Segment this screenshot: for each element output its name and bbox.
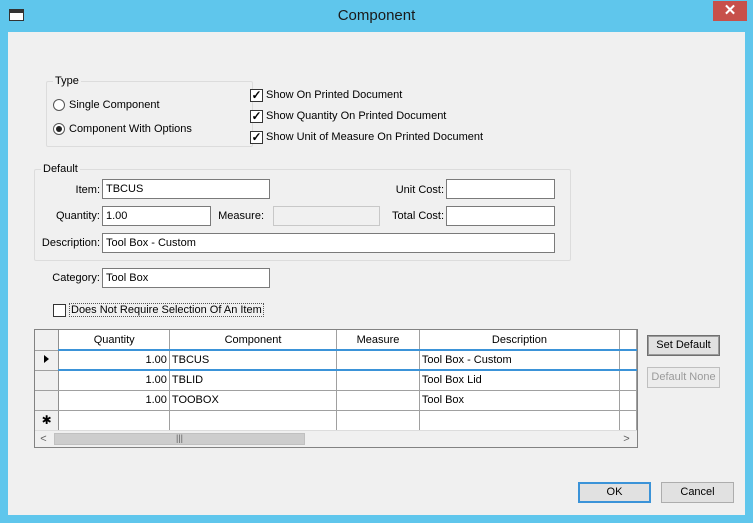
- checkbox[interactable]: ✓: [250, 88, 263, 102]
- cell-component[interactable]: TBCUS: [169, 349, 338, 371]
- checkbox-show-on-printed[interactable]: ✓ Show On Printed Document: [250, 87, 402, 103]
- cell-description[interactable]: [419, 410, 621, 431]
- checkbox-show-quantity-label: Show Quantity On Printed Document: [266, 110, 447, 122]
- column-header-quantity[interactable]: Quantity: [58, 330, 170, 351]
- column-header-measure[interactable]: Measure: [336, 330, 420, 351]
- cell-measure[interactable]: [336, 349, 420, 371]
- horizontal-scrollbar[interactable]: < ||| >: [35, 430, 637, 447]
- cell-description[interactable]: Tool Box - Custom: [419, 349, 621, 371]
- checkbox-show-unit-of-measure-label: Show Unit of Measure On Printed Document: [266, 131, 484, 143]
- cell-measure[interactable]: [336, 390, 420, 411]
- title-bar[interactable]: Component ✕: [0, 0, 753, 32]
- radio-button[interactable]: [53, 123, 65, 135]
- cancel-button[interactable]: Cancel: [661, 482, 734, 503]
- close-button[interactable]: ✕: [713, 1, 747, 21]
- default-none-button[interactable]: Default None: [647, 367, 720, 388]
- description-label: Description:: [41, 237, 100, 249]
- column-header-filler: [619, 330, 637, 351]
- cell-quantity[interactable]: 1.00: [58, 390, 170, 411]
- ok-button[interactable]: OK: [578, 482, 651, 503]
- table-row[interactable]: 1.00 TBCUS Tool Box - Custom: [35, 349, 637, 371]
- description-input[interactable]: Tool Box - Custom: [102, 233, 555, 253]
- current-row-arrow-icon: [44, 355, 50, 363]
- type-group: [46, 81, 253, 147]
- new-row-icon: ✱: [41, 413, 52, 427]
- total-cost-input[interactable]: [446, 206, 555, 226]
- component-dialog: Component ✕ Type Single Component Compon…: [0, 0, 753, 523]
- cell-measure[interactable]: [336, 370, 420, 391]
- scroll-right-icon[interactable]: >: [618, 431, 635, 447]
- column-header-component[interactable]: Component: [169, 330, 338, 351]
- category-input[interactable]: Tool Box: [102, 268, 270, 288]
- cell-measure[interactable]: [336, 410, 420, 431]
- column-header-description[interactable]: Description: [419, 330, 621, 351]
- measure-label: Measure:: [218, 210, 264, 222]
- item-input[interactable]: TBCUS: [102, 179, 270, 199]
- unit-cost-input[interactable]: [446, 179, 555, 199]
- checkbox-show-quantity[interactable]: ✓ Show Quantity On Printed Document: [250, 108, 446, 124]
- table-row[interactable]: 1.00 TBLID Tool Box Lid: [35, 370, 637, 391]
- scrollbar-thumb[interactable]: |||: [54, 433, 305, 445]
- radio-component-with-options-label: Component With Options: [69, 123, 192, 135]
- table-row[interactable]: 1.00 TOOBOX Tool Box: [35, 390, 637, 411]
- cell-filler: [619, 410, 637, 431]
- checkbox[interactable]: ✓: [250, 130, 263, 144]
- default-group-legend: Default: [41, 163, 80, 175]
- cell-filler: [619, 390, 637, 411]
- radio-button[interactable]: [53, 99, 65, 111]
- cell-quantity[interactable]: [58, 410, 170, 431]
- checkbox-no-selection-required-label: Does Not Require Selection Of An Item: [69, 303, 264, 317]
- checkbox-show-unit-of-measure[interactable]: ✓ Show Unit of Measure On Printed Docume…: [250, 129, 483, 145]
- checkbox[interactable]: ✓: [250, 109, 263, 123]
- radio-single-component-label: Single Component: [69, 99, 160, 111]
- measure-input[interactable]: [273, 206, 380, 226]
- item-label: Item:: [75, 184, 100, 196]
- quantity-input[interactable]: 1.00: [102, 206, 211, 226]
- cell-component[interactable]: [169, 410, 338, 431]
- checkbox[interactable]: [53, 303, 66, 317]
- dialog-body: Type Single Component Component With Opt…: [8, 32, 745, 515]
- row-header[interactable]: [35, 390, 60, 411]
- checkbox-show-on-printed-label: Show On Printed Document: [266, 89, 403, 101]
- row-header-current[interactable]: [35, 350, 60, 371]
- window-title: Component: [337, 7, 416, 24]
- checkbox-no-selection-required[interactable]: Does Not Require Selection Of An Item: [53, 302, 264, 318]
- scroll-left-icon[interactable]: <: [35, 431, 52, 447]
- cell-description[interactable]: Tool Box Lid: [419, 370, 621, 391]
- components-grid: Quantity Component Measure Description 1…: [34, 329, 638, 448]
- new-row-header[interactable]: ✱: [35, 410, 60, 431]
- total-cost-label: Total Cost:: [392, 210, 444, 222]
- cell-component[interactable]: TOOBOX: [169, 390, 338, 411]
- cell-component[interactable]: TBLID: [169, 370, 338, 391]
- cell-quantity[interactable]: 1.00: [58, 370, 170, 391]
- grid-corner-header: [35, 330, 60, 351]
- category-label: Category:: [52, 272, 100, 284]
- cell-description[interactable]: Tool Box: [419, 390, 621, 411]
- quantity-label: Quantity:: [55, 210, 100, 222]
- row-header[interactable]: [35, 370, 60, 391]
- cell-filler: [619, 370, 637, 391]
- cell-quantity[interactable]: 1.00: [58, 349, 170, 371]
- cell-filler: [619, 349, 637, 371]
- radio-single-component[interactable]: Single Component: [53, 97, 160, 113]
- unit-cost-label: Unit Cost:: [395, 184, 444, 196]
- set-default-button[interactable]: Set Default: [647, 335, 720, 356]
- new-row[interactable]: ✱: [35, 410, 637, 431]
- type-group-legend: Type: [53, 75, 81, 87]
- radio-component-with-options[interactable]: Component With Options: [53, 121, 192, 137]
